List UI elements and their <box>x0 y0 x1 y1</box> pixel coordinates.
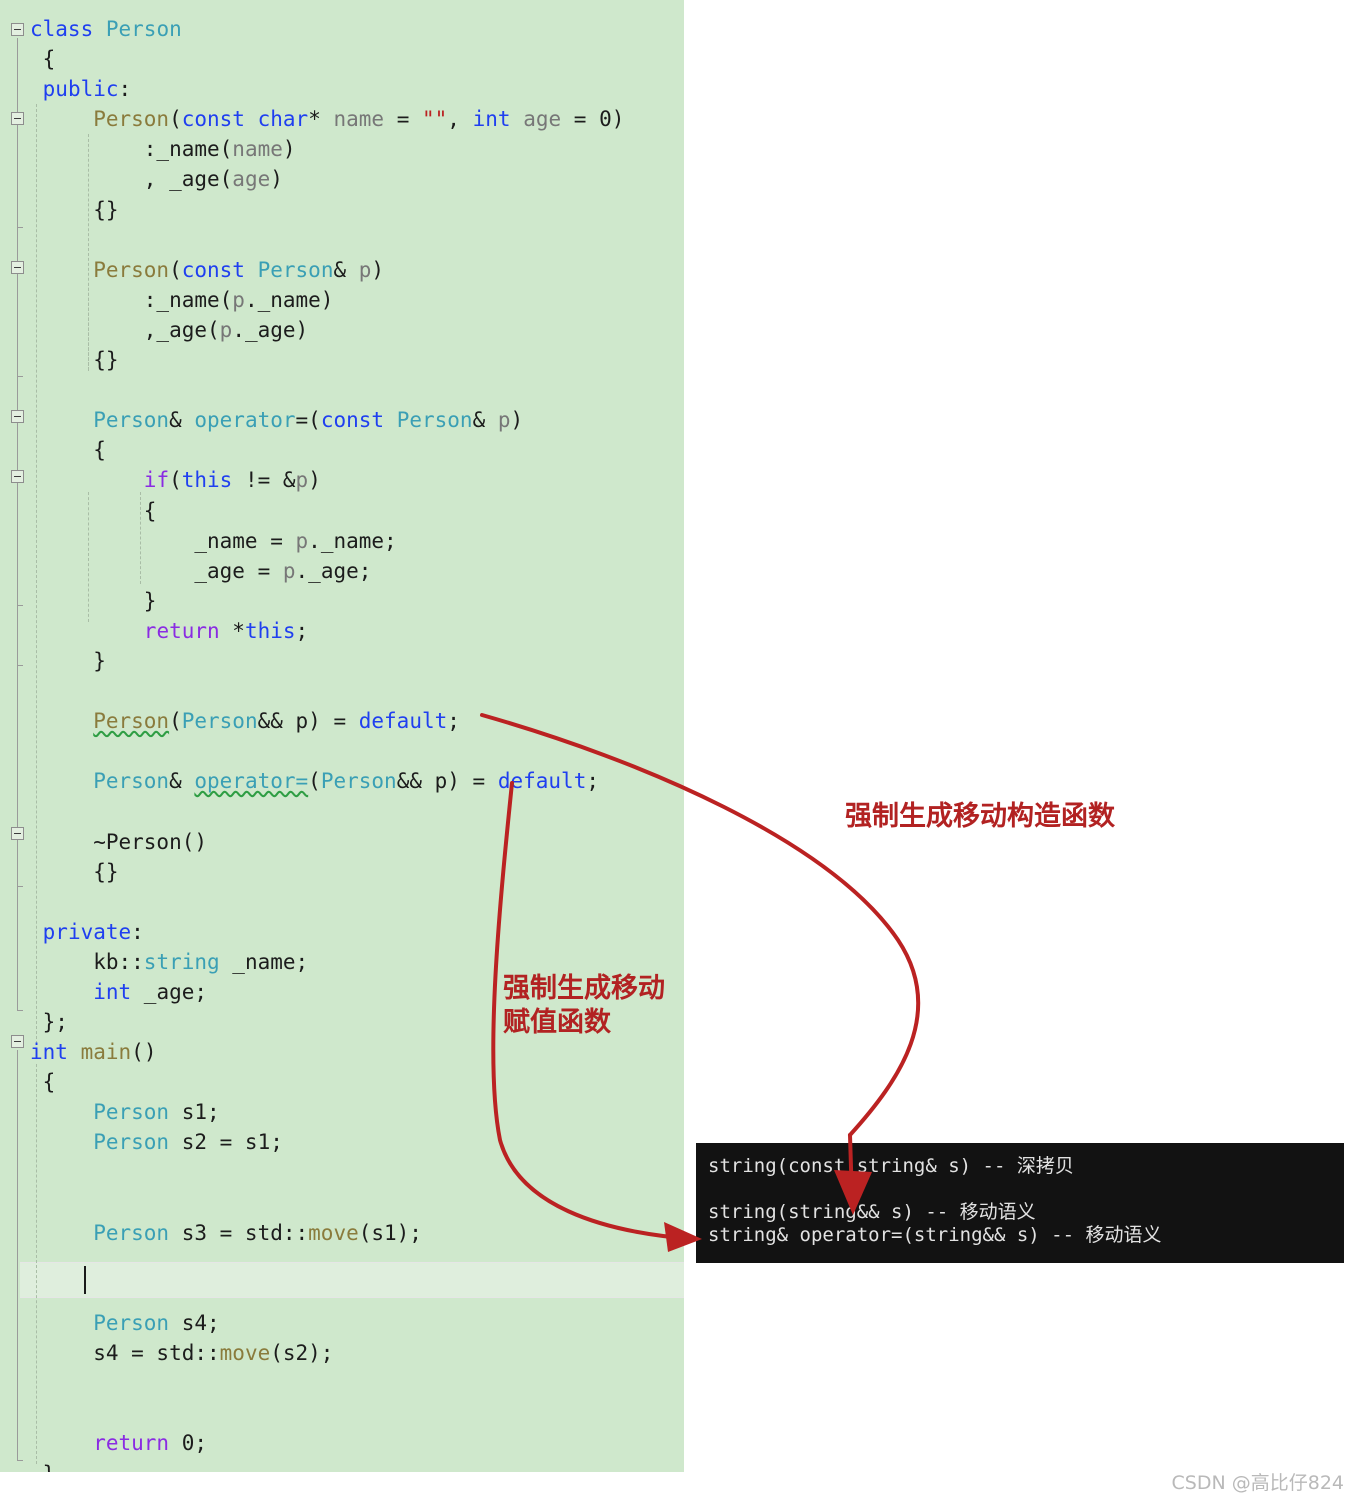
fold-bracket-line <box>17 485 18 605</box>
fold-bracket-line <box>17 276 18 376</box>
code-editor-pane[interactable]: class Person { public: Person(const char… <box>0 0 684 1472</box>
fold-bracket-end <box>17 665 23 666</box>
console-line-deep-copy: string(const string& s) -- 深拷贝 <box>708 1155 1074 1177</box>
fold-bracket-end <box>17 605 23 606</box>
fold-bracket-end <box>17 1010 23 1011</box>
fold-bracket-end <box>17 376 23 377</box>
fold-bracket-line <box>17 842 18 886</box>
fold-bracket-line <box>17 1050 18 1460</box>
fold-bracket-line <box>17 127 18 227</box>
console-line-move-ctor: string(string&& s) -- 移动语义 <box>708 1201 1036 1223</box>
outline-fold-gutter[interactable] <box>0 0 30 1472</box>
fold-toggle-destructor[interactable] <box>11 827 24 840</box>
fold-bracket-end <box>17 227 23 228</box>
fold-toggle-if-block[interactable] <box>11 470 24 483</box>
fold-toggle-class-person[interactable] <box>11 23 24 36</box>
fold-bracket-end <box>17 1460 23 1461</box>
fold-toggle-ctor[interactable] <box>11 112 24 125</box>
csdn-watermark: CSDN @高比仔824 <box>1171 1472 1344 1494</box>
annotation-move-assignment: 强制生成移动 赋值函数 <box>503 973 665 1038</box>
fold-bracket-end <box>17 886 23 887</box>
console-output-box: string(const string& s) -- 深拷贝 string(st… <box>696 1143 1344 1263</box>
console-line-move-assign: string& operator=(string&& s) -- 移动语义 <box>708 1224 1162 1246</box>
source-code-text[interactable]: class Person { public: Person(const char… <box>30 14 624 1472</box>
fold-toggle-copy-ctor[interactable] <box>11 261 24 274</box>
fold-toggle-main[interactable] <box>11 1035 24 1048</box>
annotation-move-constructor: 强制生成移动构造函数 <box>845 801 1115 832</box>
fold-toggle-assign-op[interactable] <box>11 410 24 423</box>
